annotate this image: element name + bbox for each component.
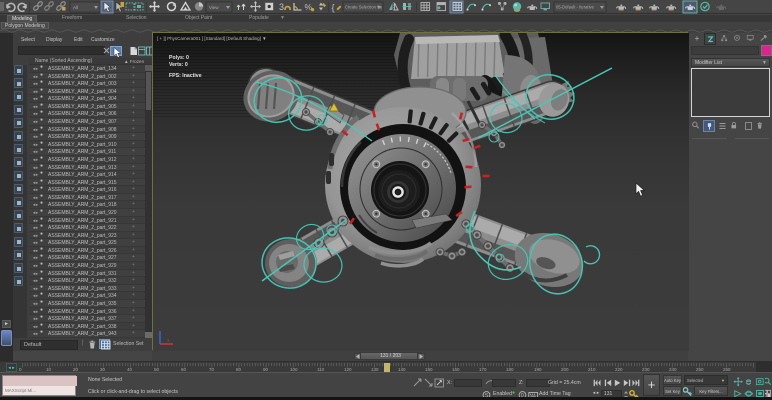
svg-text:View: View xyxy=(209,5,219,10)
svg-text:3: 3 xyxy=(279,2,284,12)
svg-text:05-Default - Iterative: 05-Default - Iterative xyxy=(556,5,595,10)
svg-text:FPS: Inactive: FPS: Inactive xyxy=(169,73,202,79)
svg-text:Create Selection Se: Create Selection Se xyxy=(345,5,383,10)
svg-text:Polys: 0: Polys: 0 xyxy=(169,55,189,61)
svg-text:Verts: 0: Verts: 0 xyxy=(169,62,188,68)
svg-text:[ + ][ PhysCamera001 ] [Standa: [ + ][ PhysCamera001 ] [Standard] [Defau… xyxy=(157,36,267,41)
svg-text:{: { xyxy=(332,3,335,13)
svg-text:All: All xyxy=(73,5,78,10)
